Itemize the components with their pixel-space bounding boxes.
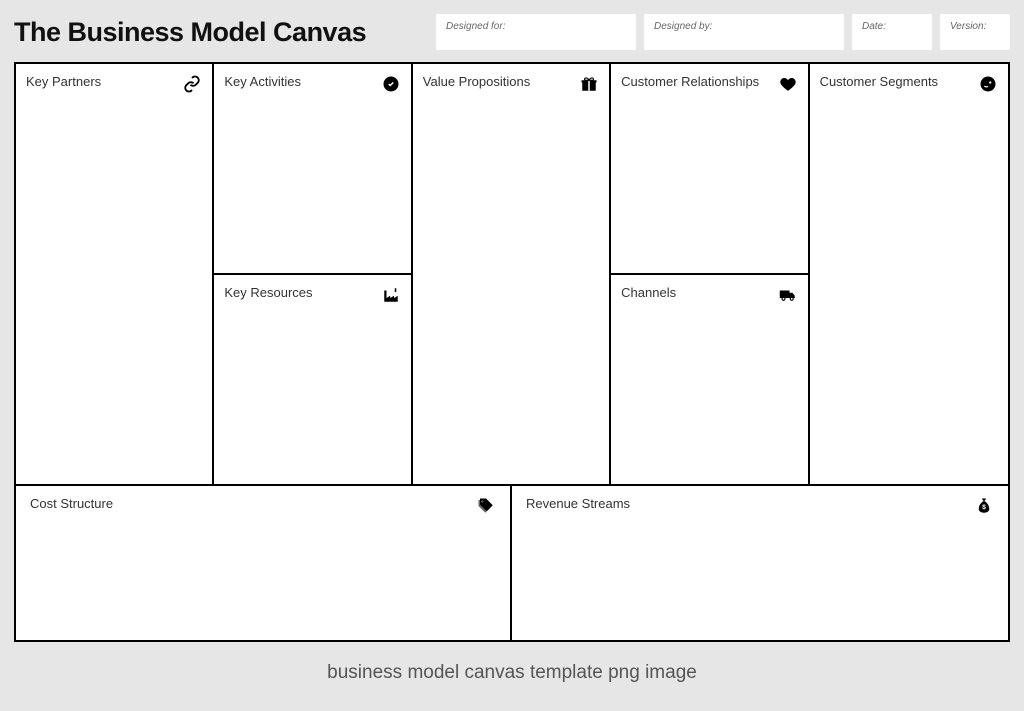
revenue-streams-label: Revenue Streams [526, 496, 630, 511]
cell-key-activities[interactable]: Key Activities [214, 64, 410, 275]
bottom-row: Cost Structure Revenue Streams $ [16, 484, 1008, 640]
person-icon [978, 74, 998, 94]
canvas-grid: Key Partners Key Activities Key [14, 62, 1010, 642]
heart-icon [778, 74, 798, 94]
gift-icon [579, 74, 599, 94]
cell-revenue-streams[interactable]: Revenue Streams $ [512, 486, 1008, 640]
version-field[interactable]: Version: [940, 14, 1010, 50]
link-icon [182, 74, 202, 94]
page-title: The Business Model Canvas [14, 17, 428, 48]
header: The Business Model Canvas Designed for: … [0, 0, 1024, 58]
col-value-propositions: Value Propositions [413, 64, 611, 484]
top-row: Key Partners Key Activities Key [16, 64, 1008, 484]
cell-value-propositions[interactable]: Value Propositions [413, 64, 609, 484]
col-activities-resources: Key Activities Key Resources [214, 64, 412, 484]
key-partners-label: Key Partners [26, 74, 101, 89]
image-caption: business model canvas template png image [0, 662, 1024, 684]
checkmark-circle-icon [381, 74, 401, 94]
col-customer-segments: Customer Segments [810, 64, 1008, 484]
cell-channels[interactable]: Channels [611, 275, 807, 484]
value-propositions-label: Value Propositions [423, 74, 530, 89]
customer-relationships-label: Customer Relationships [621, 74, 759, 89]
channels-label: Channels [621, 285, 676, 300]
key-resources-label: Key Resources [224, 285, 312, 300]
factory-icon [381, 285, 401, 305]
col-relationships-channels: Customer Relationships Channels [611, 64, 809, 484]
cell-cost-structure[interactable]: Cost Structure [16, 486, 512, 640]
cost-structure-label: Cost Structure [30, 496, 113, 511]
cell-customer-relationships[interactable]: Customer Relationships [611, 64, 807, 275]
customer-segments-label: Customer Segments [820, 74, 939, 89]
designed-by-field[interactable]: Designed by: [644, 14, 844, 50]
cell-customer-segments[interactable]: Customer Segments [810, 64, 1008, 484]
cell-key-partners[interactable]: Key Partners [16, 64, 212, 484]
money-bag-icon: $ [974, 496, 994, 516]
svg-text:$: $ [982, 504, 986, 511]
price-tag-icon [476, 496, 496, 516]
key-activities-label: Key Activities [224, 74, 301, 89]
col-key-partners: Key Partners [16, 64, 214, 484]
designed-for-field[interactable]: Designed for: [436, 14, 636, 50]
cell-key-resources[interactable]: Key Resources [214, 275, 410, 484]
date-field[interactable]: Date: [852, 14, 932, 50]
truck-icon [778, 285, 798, 305]
